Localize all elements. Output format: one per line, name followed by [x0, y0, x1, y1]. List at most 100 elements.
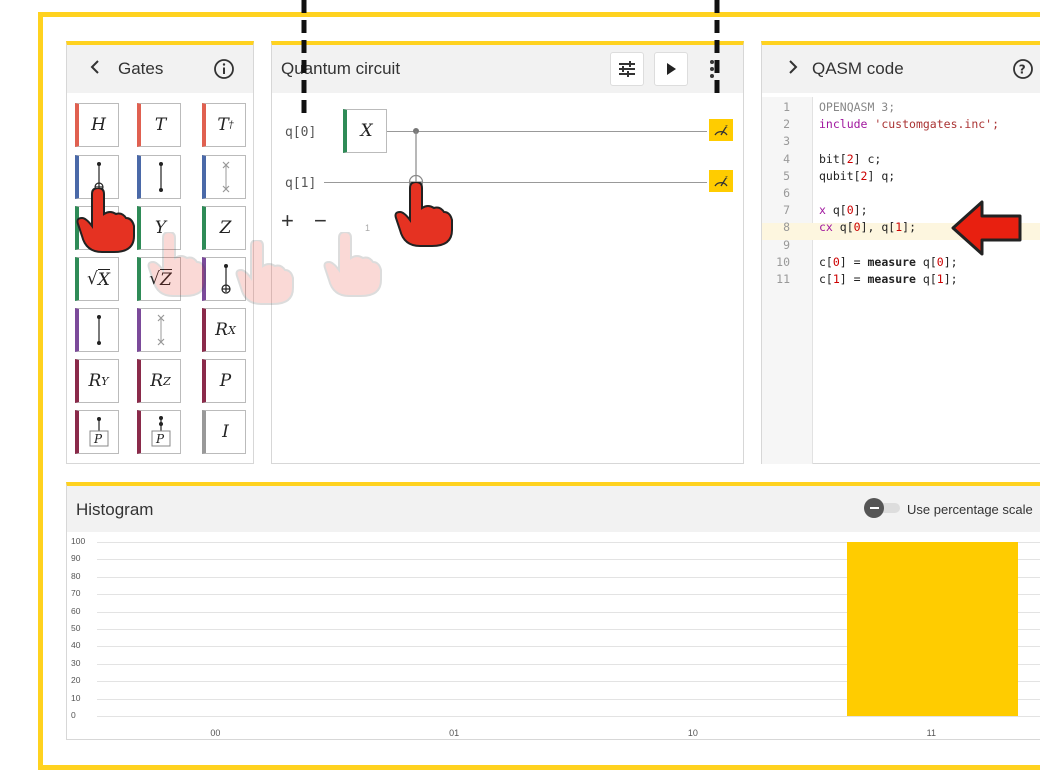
y-tick-label: 60	[71, 605, 81, 616]
y-tick-label: 50	[71, 623, 81, 633]
qubit-wire-1	[324, 182, 707, 183]
gate-swap[interactable]	[202, 155, 246, 199]
hand-trail-icon	[323, 232, 382, 297]
gate-swap2[interactable]	[137, 308, 181, 352]
svg-text:z: z	[725, 124, 728, 130]
code-text: cx q[0], q[1];	[819, 220, 916, 235]
chevron-right-icon[interactable]	[787, 58, 799, 81]
qasm-panel-title: QASM code	[812, 59, 904, 78]
run-button[interactable]	[654, 52, 688, 86]
line-number: 4	[783, 151, 790, 166]
code-line: 1 OPENQASM 3;	[762, 99, 1040, 116]
line-number: 10	[776, 254, 790, 269]
gate-t[interactable]: T	[137, 103, 181, 147]
y-tick-label: 80	[71, 570, 81, 581]
info-icon[interactable]	[213, 58, 235, 85]
dashed-marker-left	[301, 0, 307, 113]
code-line: 4 bit[2] c;	[762, 151, 1040, 168]
y-tick-label: 70	[71, 588, 81, 599]
y-tick-label: 10	[71, 692, 81, 703]
hand-cursor-icon	[76, 188, 135, 253]
line-number: 3	[783, 134, 790, 149]
gate-rx[interactable]: RX	[202, 308, 246, 352]
code-text: bit[2] c;	[819, 151, 882, 166]
histogram-header: Histogram Use percentage scale	[67, 486, 1040, 532]
code-text: include 'customgates.inc';	[819, 117, 1000, 132]
line-number: 2	[783, 117, 790, 132]
qubit-wire-0	[387, 131, 707, 132]
line-number: 5	[783, 168, 790, 183]
qubit-label-0: q[0]	[285, 125, 317, 140]
y-tick-label: 30	[71, 657, 81, 668]
gridline	[97, 716, 1040, 717]
red-arrow-icon	[951, 200, 1022, 256]
qubit-label-1: q[1]	[285, 176, 317, 191]
code-text: c[1] = measure q[1];	[819, 272, 958, 286]
circuit-x-gate[interactable]: X	[343, 109, 387, 153]
gate-p[interactable]: P	[202, 359, 246, 403]
gate-ccp[interactable]: P	[137, 410, 181, 454]
code-text: qubit[2] q;	[819, 168, 896, 183]
chevron-left-icon[interactable]	[89, 58, 101, 81]
line-number: 6	[783, 186, 790, 200]
histogram-title: Histogram	[76, 500, 154, 519]
histogram-panel: Histogram Use percentage scale 0 10 20 30 40…	[66, 482, 1040, 740]
code-line: 3	[762, 133, 1040, 150]
histogram-chart: 0 10 20 30 40 50 60 70 80 90 100 00 01 10 11	[67, 534, 1040, 740]
measure-gate-0[interactable]: z	[709, 119, 733, 141]
meter-icon: z	[714, 175, 728, 187]
add-qubit-button[interactable]: +	[281, 208, 294, 234]
circuit-panel-header: Quantum circuit	[272, 45, 743, 93]
gate-cp[interactable]: P	[75, 410, 119, 454]
gate-i[interactable]: I	[202, 410, 246, 454]
dashed-marker-right	[714, 0, 720, 94]
line-number: 7	[783, 203, 790, 218]
gate-ry[interactable]: RY	[75, 359, 119, 403]
gate-h[interactable]: H	[75, 103, 119, 147]
x-tick-label: 11	[926, 728, 936, 738]
y-tick-label: 20	[71, 675, 81, 686]
hand-cursor-icon	[394, 182, 453, 247]
gate-cz[interactable]	[137, 155, 181, 199]
play-icon	[667, 63, 676, 75]
svg-text:P: P	[155, 432, 165, 446]
y-tick-label: 90	[71, 553, 81, 564]
code-line: 5 qubit[2] q;	[762, 168, 1040, 185]
measure-gate-1[interactable]: z	[709, 170, 733, 192]
svg-text:?: ?	[1019, 63, 1026, 77]
svg-text:P: P	[93, 432, 103, 446]
hand-trail-icon	[235, 240, 294, 305]
help-icon[interactable]: ?	[1012, 58, 1034, 85]
gates-panel-header: Gates	[67, 45, 253, 93]
gate-cz2[interactable]	[75, 308, 119, 352]
histogram-bar[interactable]	[847, 542, 1019, 716]
gate-rz[interactable]: RZ	[137, 359, 181, 403]
sliders-icon	[619, 61, 635, 77]
gates-panel-title: Gates	[118, 59, 164, 78]
line-number: 11	[776, 272, 790, 286]
qasm-panel-header: QASM code ?	[762, 45, 1040, 93]
code-text: OPENQASM 3;	[819, 100, 896, 114]
percentage-toggle-label: Use percentage scale	[907, 502, 1033, 517]
line-number: 1	[783, 100, 790, 114]
code-editor[interactable]: 1 OPENQASM 3; 2 include 'customgates.inc'; 3…	[762, 99, 1040, 459]
gate-t-dagger[interactable]: T †	[202, 103, 246, 147]
x-tick-label: 10	[687, 728, 698, 738]
hand-trail-icon	[147, 232, 206, 297]
y-tick-label: 0	[71, 710, 76, 720]
code-line: 11 c[1] = measure q[1];	[762, 271, 1040, 288]
y-tick-label: 100	[71, 536, 86, 546]
x-tick-label: 01	[449, 728, 460, 738]
code-text: x q[0];	[819, 203, 868, 218]
line-number: 8	[783, 220, 790, 235]
line-number: 9	[783, 237, 790, 252]
y-tick-label: 40	[71, 640, 81, 651]
meter-icon: z	[714, 124, 728, 136]
code-line: 2 include 'customgates.inc';	[762, 116, 1040, 133]
code-text: c[0] = measure q[0];	[819, 254, 958, 269]
x-tick-label: 00	[210, 728, 221, 738]
settings-sliders-button[interactable]	[610, 52, 644, 86]
percentage-toggle[interactable]	[864, 498, 900, 518]
gate-sqrt-x[interactable]: √ X	[75, 257, 119, 301]
remove-qubit-button[interactable]: −	[314, 208, 327, 234]
